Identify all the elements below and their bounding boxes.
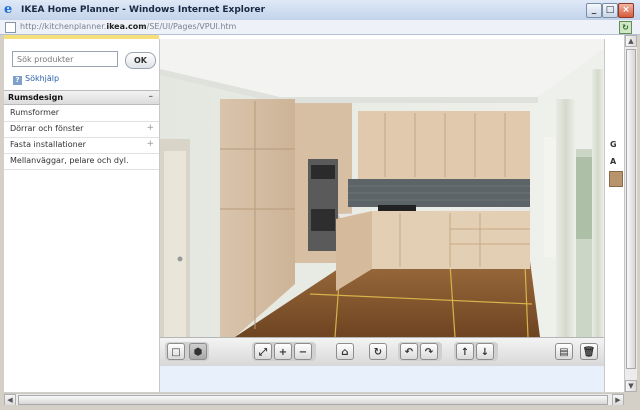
product-info-area	[160, 366, 604, 392]
address-bar[interactable]: http://kitchenplanner.ikea.com/SE/UI/Pag…	[0, 20, 640, 35]
menu-item-label: Fasta installationer	[10, 140, 86, 149]
3d-kitchen-viewport[interactable]	[160, 39, 604, 337]
search-ok-button[interactable]: OK	[125, 52, 156, 69]
refresh-icon[interactable]: ↻	[619, 21, 632, 34]
horizontal-scroll-thumb[interactable]	[18, 395, 608, 405]
print-view-button[interactable]: ▤	[555, 343, 573, 360]
search-help-label: Sökhjälp	[25, 74, 60, 83]
menu-item-label: Dörrar och fönster	[10, 124, 84, 133]
pan-right-button[interactable]: ↷	[420, 343, 438, 360]
zoom-in-button[interactable]: +	[274, 343, 292, 360]
zoom-out-button[interactable]: −	[294, 343, 312, 360]
collapse-icon[interactable]: –	[149, 91, 154, 103]
menu-item-label: Rumsformer	[10, 108, 60, 117]
view-2d-button[interactable]: □	[167, 343, 185, 360]
material-swatch[interactable]	[609, 171, 623, 187]
tilt-up-button[interactable]: ↑	[456, 343, 474, 360]
panel-header-rumsdesign[interactable]: Rumsdesign –	[4, 90, 159, 105]
page-content: Sök produkter OK ? Sökhjälp Rumsdesign – …	[4, 35, 625, 392]
menu-item-mellanvaggar[interactable]: Mellanväggar, pelare och dyl.	[4, 153, 159, 170]
view-toolbar: □ ⬢ ⤢ + − ⌂ ↻ ↶ ↷ ↑ ↓ ▤ 🗑	[160, 337, 604, 367]
minimize-button[interactable]: _	[586, 3, 602, 18]
delete-button[interactable]: 🗑	[580, 343, 598, 360]
vertical-scroll-thumb[interactable]	[626, 49, 636, 369]
menu-item-rumsformer[interactable]: Rumsformer	[4, 105, 159, 122]
scroll-down-button[interactable]: ▼	[625, 380, 637, 392]
menu-item-fasta-installationer[interactable]: Fasta installationer +	[4, 137, 159, 154]
right-panel: G A	[604, 39, 625, 392]
right-panel-letter: G	[610, 140, 617, 149]
vertical-scrollbar[interactable]: ▲ ▼	[624, 35, 637, 392]
sidebar: Sök produkter OK ? Sökhjälp Rumsdesign – …	[4, 39, 160, 392]
window-title: IKEA Home Planner - Windows Internet Exp…	[21, 5, 266, 15]
pan-left-button[interactable]: ↶	[400, 343, 418, 360]
panel-title: Rumsdesign	[8, 93, 64, 102]
expand-icon[interactable]: +	[146, 139, 154, 150]
search-help-link[interactable]: ? Sökhjälp	[13, 73, 60, 85]
ie-icon: e	[4, 2, 13, 17]
close-button[interactable]: ×	[618, 3, 634, 18]
help-icon: ?	[13, 76, 22, 85]
expand-icon[interactable]: +	[146, 123, 154, 134]
menu-item-dorrar-och-fonster[interactable]: Dörrar och fönster +	[4, 121, 159, 138]
maximize-button[interactable]: □	[602, 3, 618, 18]
kitchen-render	[160, 39, 604, 337]
menu-item-label: Mellanväggar, pelare och dyl.	[10, 156, 129, 165]
window-title-bar: e IKEA Home Planner - Windows Internet E…	[0, 0, 640, 21]
search-input[interactable]: Sök produkter	[12, 51, 118, 67]
view-3d-button[interactable]: ⬢	[189, 343, 207, 360]
page-icon	[5, 22, 16, 33]
url-text[interactable]: http://kitchenplanner.ikea.com/SE/UI/Pag…	[20, 22, 236, 32]
status-bar	[0, 405, 640, 410]
zoom-fit-button[interactable]: ⤢	[254, 343, 272, 360]
tilt-down-button[interactable]: ↓	[476, 343, 494, 360]
home-view-button[interactable]: ⌂	[336, 343, 354, 360]
right-panel-letter: A	[610, 157, 617, 166]
rotate-button[interactable]: ↻	[369, 343, 387, 360]
scroll-up-button[interactable]: ▲	[625, 35, 637, 47]
